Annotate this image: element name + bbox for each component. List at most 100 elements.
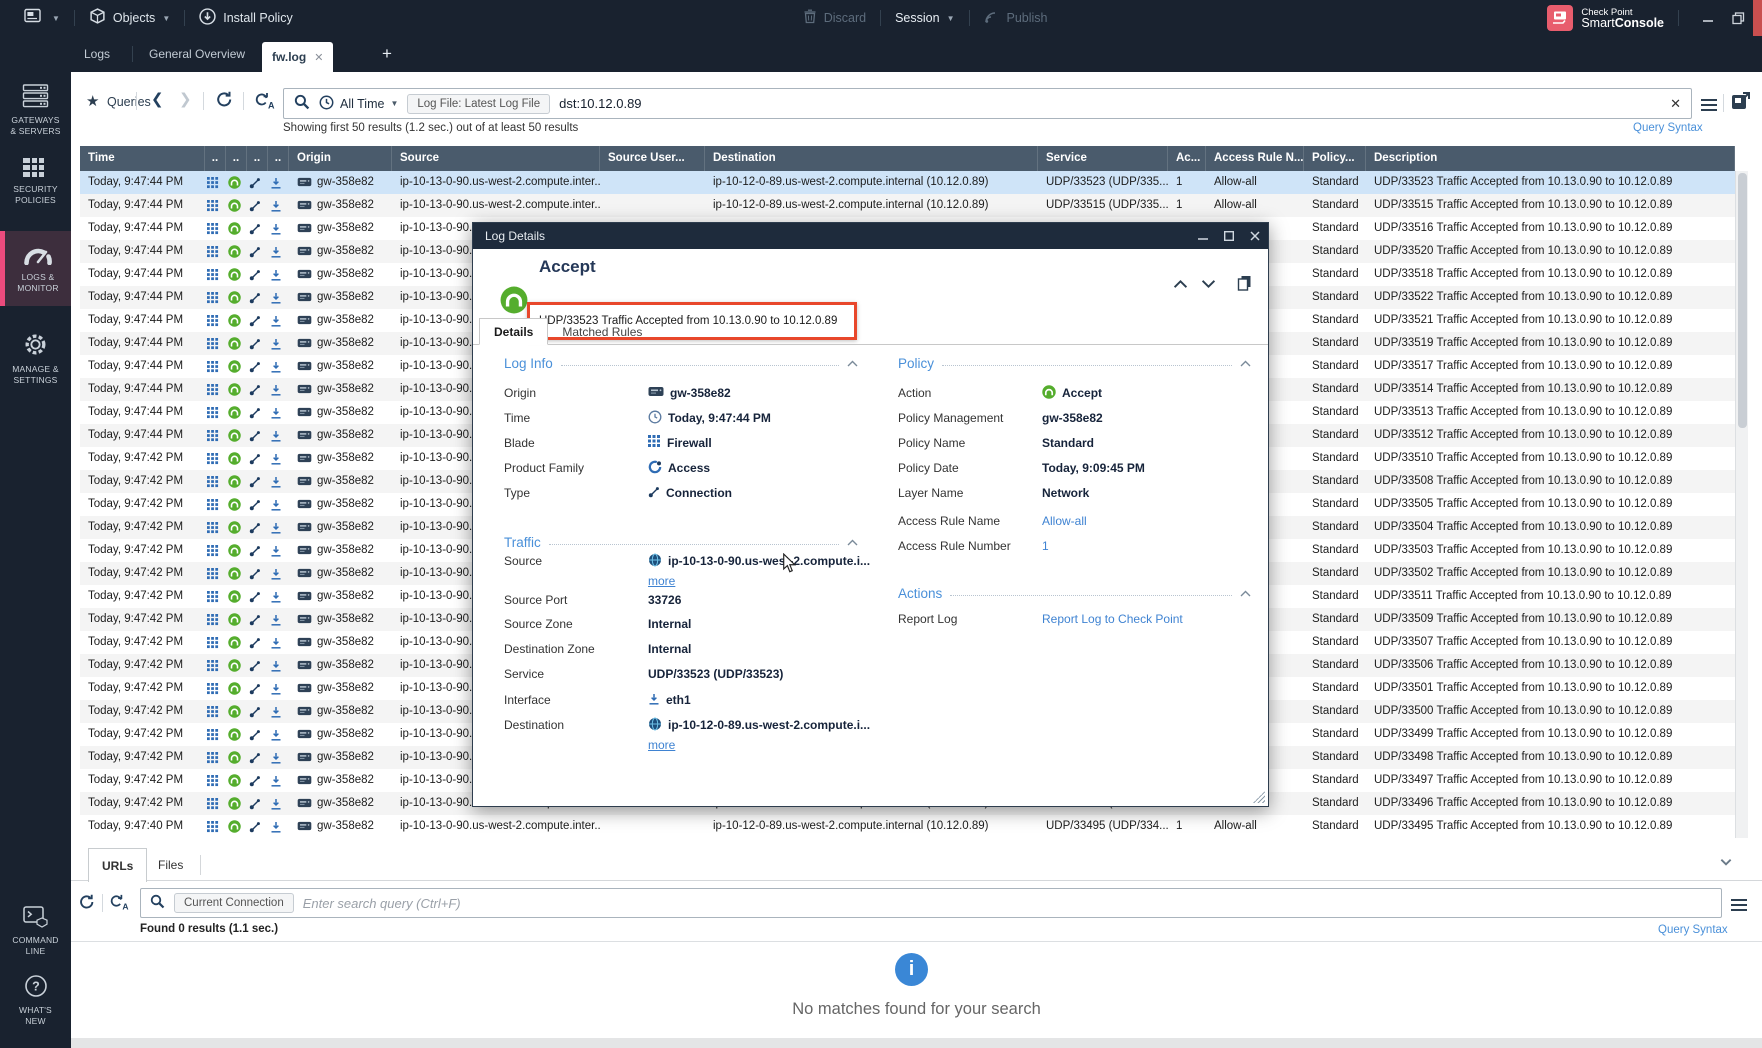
query-syntax-link[interactable]: Query Syntax xyxy=(1633,122,1703,134)
log-table-row[interactable]: Today, 9:47:40 PMgw-358e82ip-10-13-0-90.… xyxy=(80,815,1735,838)
col-header-blade[interactable]: .. xyxy=(205,146,226,171)
back-button[interactable] xyxy=(151,90,164,108)
resize-grip[interactable] xyxy=(1253,791,1265,803)
tab-files[interactable]: Files xyxy=(145,848,196,882)
previous-log-icon[interactable] xyxy=(1173,278,1188,292)
collapse-panel-icon[interactable] xyxy=(1719,855,1733,872)
scrollbar-thumb[interactable] xyxy=(1738,173,1747,428)
access-rule-number-link[interactable]: 1 xyxy=(1042,539,1049,553)
tab-fwlog[interactable]: fw.log xyxy=(262,42,333,72)
blade-icon xyxy=(207,476,219,488)
cell-origin: gw-358e82 xyxy=(289,286,392,309)
interface-icon xyxy=(268,769,289,792)
interface-icon xyxy=(268,654,289,677)
open-in-new-window-icon[interactable] xyxy=(1731,92,1750,114)
install-policy-button[interactable]: Install Policy xyxy=(199,8,292,28)
col-header-destination[interactable]: Destination xyxy=(705,146,1038,171)
interface-icon xyxy=(268,723,289,746)
sidebar-item-logs-monitor[interactable]: LOGS &MONITOR xyxy=(0,231,71,306)
access-rule-name-link[interactable]: Allow-all xyxy=(1042,514,1087,528)
connection-type-icon xyxy=(247,585,268,608)
refresh-button[interactable] xyxy=(216,91,233,111)
restore-button[interactable] xyxy=(1723,0,1753,36)
sidebar-item-gateways-servers[interactable]: GATEWAYS& SERVERS xyxy=(0,84,71,137)
tab-logs[interactable]: Logs xyxy=(84,36,110,72)
bottom-query-syntax-link[interactable]: Query Syntax xyxy=(1658,924,1728,936)
accept-action-icon xyxy=(226,700,247,723)
connection-search-input[interactable] xyxy=(303,896,1712,911)
log-table-row[interactable]: Today, 9:47:44 PMgw-358e82ip-10-13-0-90.… xyxy=(80,194,1735,217)
cell-origin: gw-358e82 xyxy=(289,746,392,769)
tab-close-icon[interactable] xyxy=(314,51,323,64)
cell-policy: Standard xyxy=(1304,378,1366,401)
collapse-section-icon[interactable] xyxy=(847,535,858,549)
next-log-icon[interactable] xyxy=(1201,278,1216,292)
col-header-access-rule-name[interactable]: Access Rule N... xyxy=(1206,146,1304,171)
accept-action-icon xyxy=(228,521,241,534)
discard-button[interactable]: Discard xyxy=(803,9,866,27)
destination-more-link[interactable]: more xyxy=(648,738,675,752)
collapse-section-icon[interactable] xyxy=(1240,586,1251,600)
time-filter-dropdown[interactable]: All Time xyxy=(319,95,398,113)
accept-action-icon xyxy=(226,355,247,378)
forward-button[interactable] xyxy=(179,90,192,108)
col-header-source-user[interactable]: Source User... xyxy=(600,146,705,171)
tab-details[interactable]: Details xyxy=(479,318,548,345)
collapse-section-icon[interactable] xyxy=(1240,356,1251,370)
minimize-button[interactable] xyxy=(1693,0,1723,36)
copy-icon[interactable] xyxy=(1237,275,1252,294)
cell-description: UDP/33503 Traffic Accepted from 10.13.0.… xyxy=(1366,539,1735,562)
sidebar-item-manage-settings[interactable]: MANAGE &SETTINGS xyxy=(0,332,71,386)
query-text[interactable]: dst:10.12.0.89 xyxy=(559,96,1661,111)
dialog-maximize-button[interactable] xyxy=(1216,223,1242,249)
collapse-section-icon[interactable] xyxy=(847,356,858,370)
sidebar-item-whats-new[interactable]: ? WHAT'SNEW xyxy=(0,974,71,1027)
col-header-description[interactable]: Description xyxy=(1366,146,1735,171)
publish-button[interactable]: Publish xyxy=(984,9,1048,27)
current-connection-chip[interactable]: Current Connection xyxy=(174,893,294,913)
queries-star-icon[interactable] xyxy=(86,92,99,110)
col-header-interface[interactable]: .. xyxy=(268,146,289,171)
report-log-link[interactable]: Report Log to Check Point xyxy=(1042,612,1183,626)
app-menu-button[interactable] xyxy=(24,8,60,28)
col-header-action[interactable]: .. xyxy=(226,146,247,171)
accept-action-icon xyxy=(226,654,247,677)
connection-search-bar[interactable]: Current Connection xyxy=(140,888,1722,918)
objects-menu-button[interactable]: Objects xyxy=(89,8,170,28)
blade-icon xyxy=(205,631,226,654)
col-header-time[interactable]: Time xyxy=(80,146,205,171)
session-menu-button[interactable]: Session xyxy=(895,11,954,25)
accept-action-icon xyxy=(226,424,247,447)
log-file-chip[interactable]: Log File: Latest Log File xyxy=(407,94,550,114)
tab-general-overview[interactable]: General Overview xyxy=(149,36,245,72)
cell-policy: Standard xyxy=(1304,815,1366,838)
col-header-source[interactable]: Source xyxy=(392,146,600,171)
table-scrollbar[interactable] xyxy=(1735,171,1748,838)
bottom-auto-refresh-button[interactable]: A xyxy=(110,893,129,914)
col-header-origin[interactable]: Origin xyxy=(289,146,392,171)
col-header-type[interactable]: .. xyxy=(247,146,268,171)
table-options-menu-icon[interactable] xyxy=(1701,96,1717,114)
col-header-service[interactable]: Service xyxy=(1038,146,1168,171)
tab-matched-rules[interactable]: Matched Rules xyxy=(548,318,656,345)
col-header-policy[interactable]: Policy... xyxy=(1304,146,1366,171)
new-tab-button[interactable] xyxy=(382,44,392,64)
bottom-options-menu-icon[interactable] xyxy=(1731,896,1747,914)
tab-urls[interactable]: URLs xyxy=(88,848,147,882)
sidebar-item-security-policies[interactable]: SECURITYPOLICIES xyxy=(0,158,71,206)
auto-refresh-button[interactable]: A xyxy=(255,91,275,113)
dialog-close-icon[interactable] xyxy=(1242,223,1268,249)
source-more-link[interactable]: more xyxy=(648,574,675,588)
close-button[interactable] xyxy=(1753,0,1762,36)
col-header-ac[interactable]: Ac... xyxy=(1168,146,1206,171)
log-table-row[interactable]: Today, 9:47:44 PMgw-358e82ip-10-13-0-90.… xyxy=(80,171,1735,194)
dialog-titlebar[interactable]: Log Details xyxy=(473,223,1268,249)
query-search-bar[interactable]: All Time Log File: Latest Log File dst:1… xyxy=(283,88,1692,119)
dialog-minimize-button[interactable] xyxy=(1190,223,1216,249)
clear-query-icon[interactable] xyxy=(1670,96,1681,112)
interface-icon xyxy=(268,792,289,815)
queries-button[interactable]: Queries xyxy=(107,95,151,109)
sidebar-item-command-line[interactable]: COMMANDLINE xyxy=(0,906,71,957)
section-log-info: Log Info xyxy=(504,353,858,373)
bottom-refresh-button[interactable] xyxy=(79,894,95,913)
